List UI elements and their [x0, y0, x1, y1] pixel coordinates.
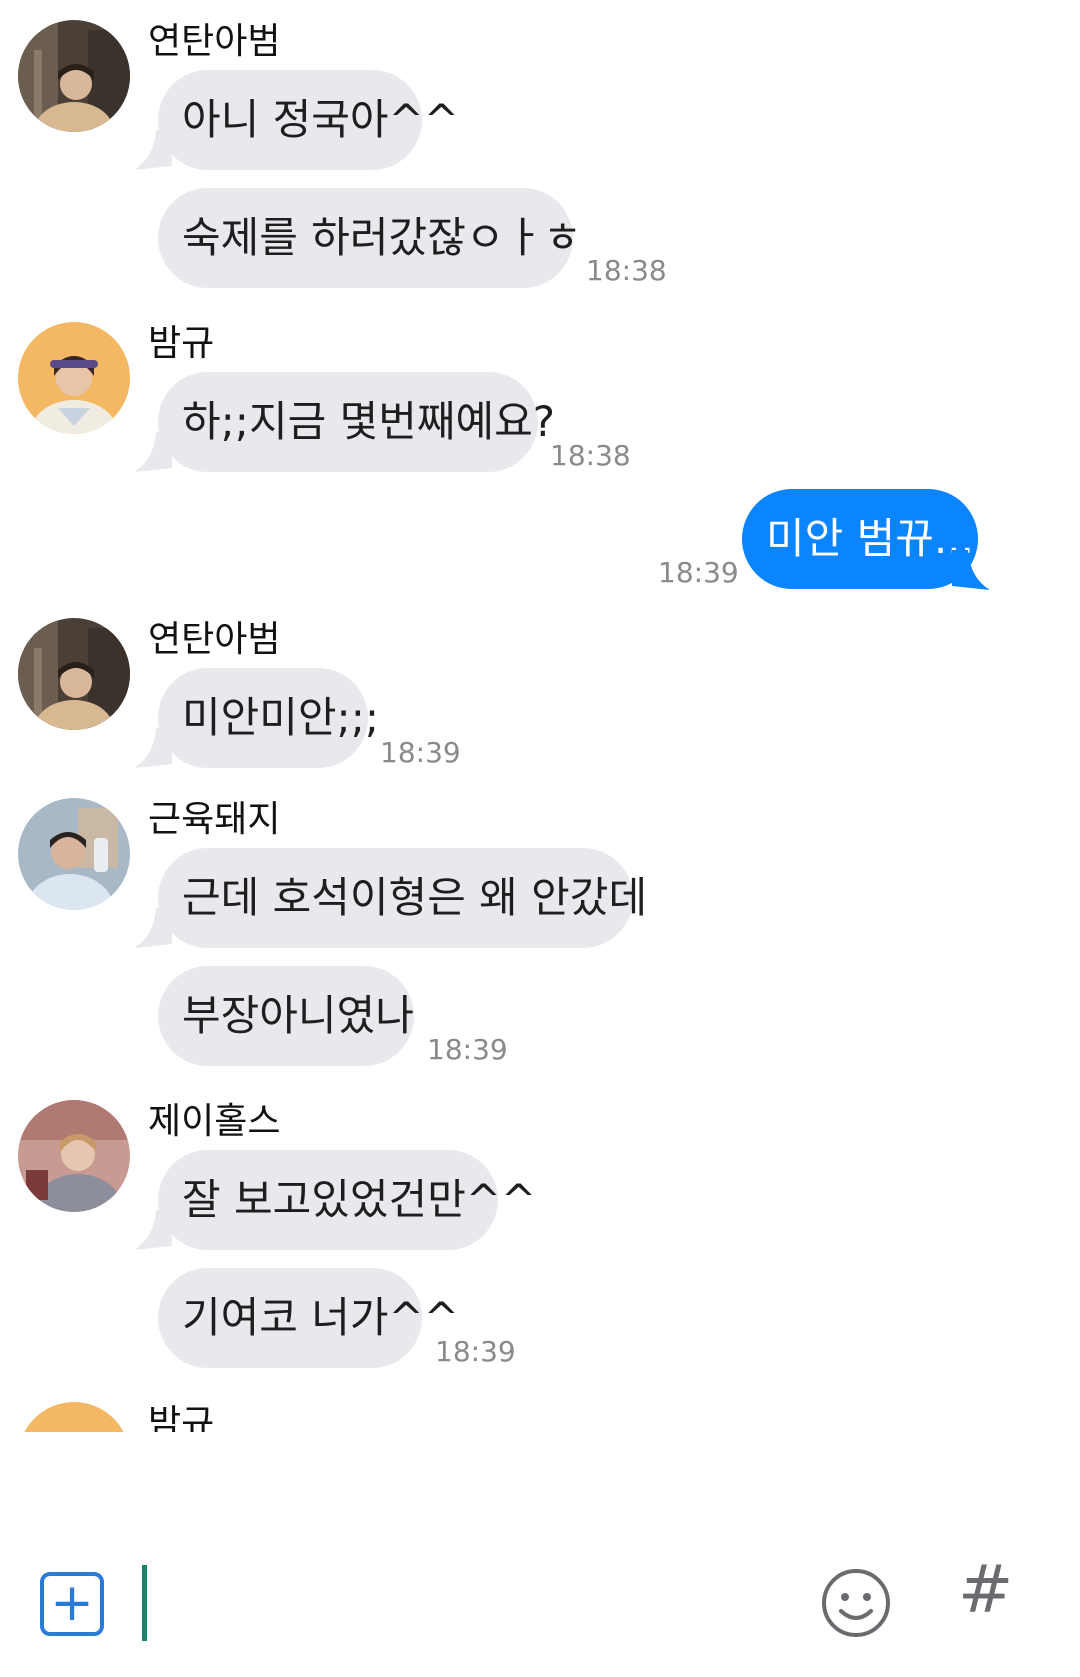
message-bubble[interactable]: 하;;지금 몇번째예요? — [158, 372, 555, 472]
chat-view[interactable]: 연탄아범 아니 정국아^^ 숙제를 하러갔잖ㅇㅏㅎ 18:38 밤규 하;;지금… — [0, 0, 1080, 1545]
avatar[interactable] — [18, 618, 130, 730]
message-list-clip — [0, 1432, 1080, 1545]
outgoing-message-bubble[interactable]: 미안 범뀨... — [742, 489, 978, 589]
avatar[interactable] — [18, 20, 130, 132]
message-timestamp: 18:38 — [550, 439, 631, 472]
hash-icon[interactable]: # — [958, 1557, 1013, 1623]
message-bubble[interactable]: 아니 정국아^^ — [158, 70, 459, 170]
plus-square-icon[interactable]: + — [40, 1572, 104, 1636]
message-bubble[interactable]: 부장아니였나 — [158, 966, 414, 1066]
sender-name: 연탄아범 — [148, 619, 281, 660]
avatar[interactable] — [18, 798, 130, 910]
message-timestamp: 18:39 — [658, 556, 739, 589]
message-input[interactable] — [150, 1565, 794, 1643]
avatar[interactable] — [18, 322, 130, 434]
message-bubble[interactable]: 숙제를 하러갔잖ㅇㅏㅎ — [158, 188, 582, 288]
message-bubble[interactable]: 잘 보고있었건만^^ — [158, 1150, 536, 1250]
message-timestamp: 18:39 — [380, 736, 461, 769]
message-timestamp: 18:39 — [427, 1033, 508, 1066]
sender-name: 밤규 — [148, 323, 215, 364]
avatar[interactable] — [18, 1100, 130, 1212]
sender-name: 근육돼지 — [148, 799, 281, 840]
sender-name: 제이홀스 — [148, 1101, 281, 1142]
bubble-tail — [952, 550, 990, 590]
text-cursor[interactable] — [142, 1565, 147, 1641]
message-bubble[interactable]: 미안미안;;; — [158, 668, 379, 768]
message-timestamp: 18:39 — [435, 1335, 516, 1368]
sender-name: 연탄아범 — [148, 21, 281, 62]
message-bubble[interactable]: 기여코 너가^^ — [158, 1268, 459, 1368]
smiley-face-icon[interactable] — [820, 1567, 892, 1639]
message-bubble[interactable]: 근데 호석이형은 왜 안갔데 — [158, 848, 647, 948]
message-timestamp: 18:38 — [586, 254, 667, 287]
message-input-bar: + # — [0, 1545, 1080, 1677]
